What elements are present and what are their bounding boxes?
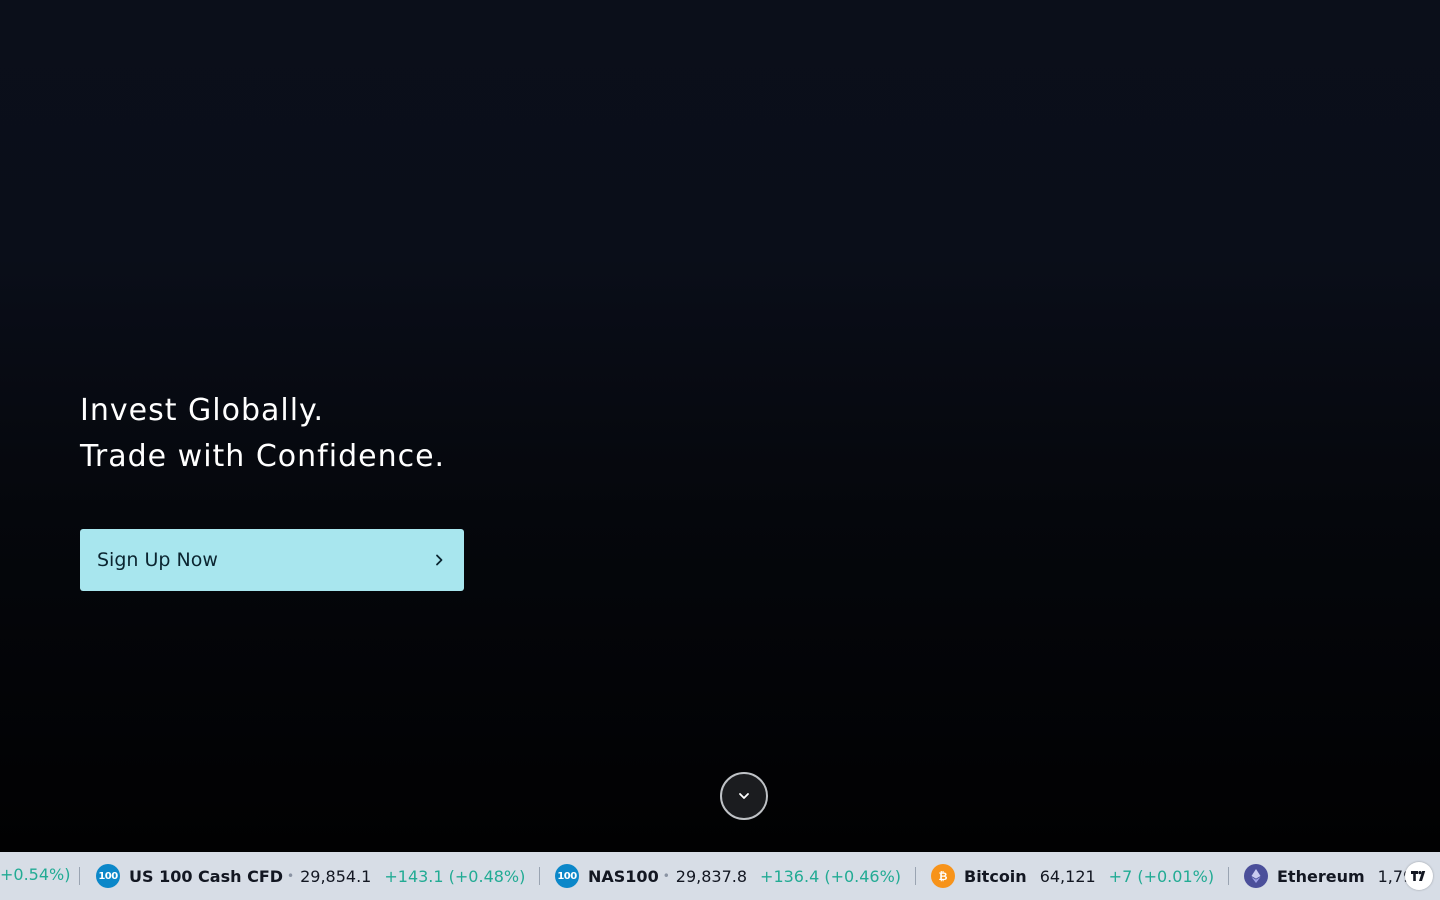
- ticker-separator: [915, 867, 916, 885]
- chevron-right-icon: [432, 553, 446, 567]
- hero-section: Invest Globally. Trade with Confidence. …: [0, 0, 1440, 852]
- ticker-item-us100[interactable]: 100 US 100 Cash CFD • 29,854.1 +143.1 (+…: [96, 852, 525, 900]
- ticker-dot: •: [662, 869, 670, 883]
- ticker-symbol: NAS100: [588, 866, 659, 886]
- ethereum-icon: [1244, 864, 1268, 888]
- headline-line-2: Trade with Confidence.: [80, 439, 446, 474]
- ticker-symbol: US 100 Cash CFD: [129, 866, 284, 886]
- ticker-separator: [1228, 867, 1229, 885]
- chevron-down-icon: [738, 792, 750, 800]
- ticker-price: 29,837.8: [675, 866, 748, 886]
- ticker-change: +143.1 (+0.48%): [384, 866, 526, 886]
- ticker-symbol: Ethereum: [1277, 866, 1365, 886]
- ticker-price: 64,121: [1039, 866, 1096, 886]
- svg-text:₿: ₿: [939, 870, 948, 883]
- ticker-fragment: +0.54%): [0, 865, 71, 884]
- sign-up-button[interactable]: Sign Up Now: [80, 529, 464, 591]
- tradingview-logo-icon[interactable]: [1405, 862, 1433, 890]
- ticker-change: +7 (+0.01%): [1108, 866, 1215, 886]
- nasdaq-100-icon: 100: [96, 864, 120, 888]
- bitcoin-icon: ₿: [931, 864, 955, 888]
- ticker-separator: [539, 867, 540, 885]
- ticker-item-ethereum[interactable]: Ethereum 1,795: [1244, 852, 1423, 900]
- ticker-dot: •: [287, 869, 295, 883]
- ticker-change: +136.4 (+0.46%): [760, 866, 902, 886]
- sign-up-button-label: Sign Up Now: [97, 549, 218, 571]
- headline-line-1: Invest Globally.: [80, 393, 325, 428]
- ticker-item-nas100[interactable]: 100 NAS100 • 29,837.8 +136.4 (+0.46%): [555, 852, 901, 900]
- scroll-down-button[interactable]: [720, 772, 768, 820]
- ticker-separator: [79, 867, 80, 885]
- hero-headline: Invest Globally. Trade with Confidence.: [80, 388, 445, 480]
- ticker-item-bitcoin[interactable]: ₿ Bitcoin 64,121 +7 (+0.01%): [931, 852, 1214, 900]
- ticker-price: 29,854.1: [300, 866, 372, 886]
- ticker-track: +0.54%) 100 US 100 Cash CFD • 29,854.1 +…: [0, 852, 1440, 900]
- ticker-tape[interactable]: +0.54%) 100 US 100 Cash CFD • 29,854.1 +…: [0, 852, 1440, 900]
- nasdaq-100-icon: 100: [555, 864, 579, 888]
- ticker-symbol: Bitcoin: [964, 866, 1027, 886]
